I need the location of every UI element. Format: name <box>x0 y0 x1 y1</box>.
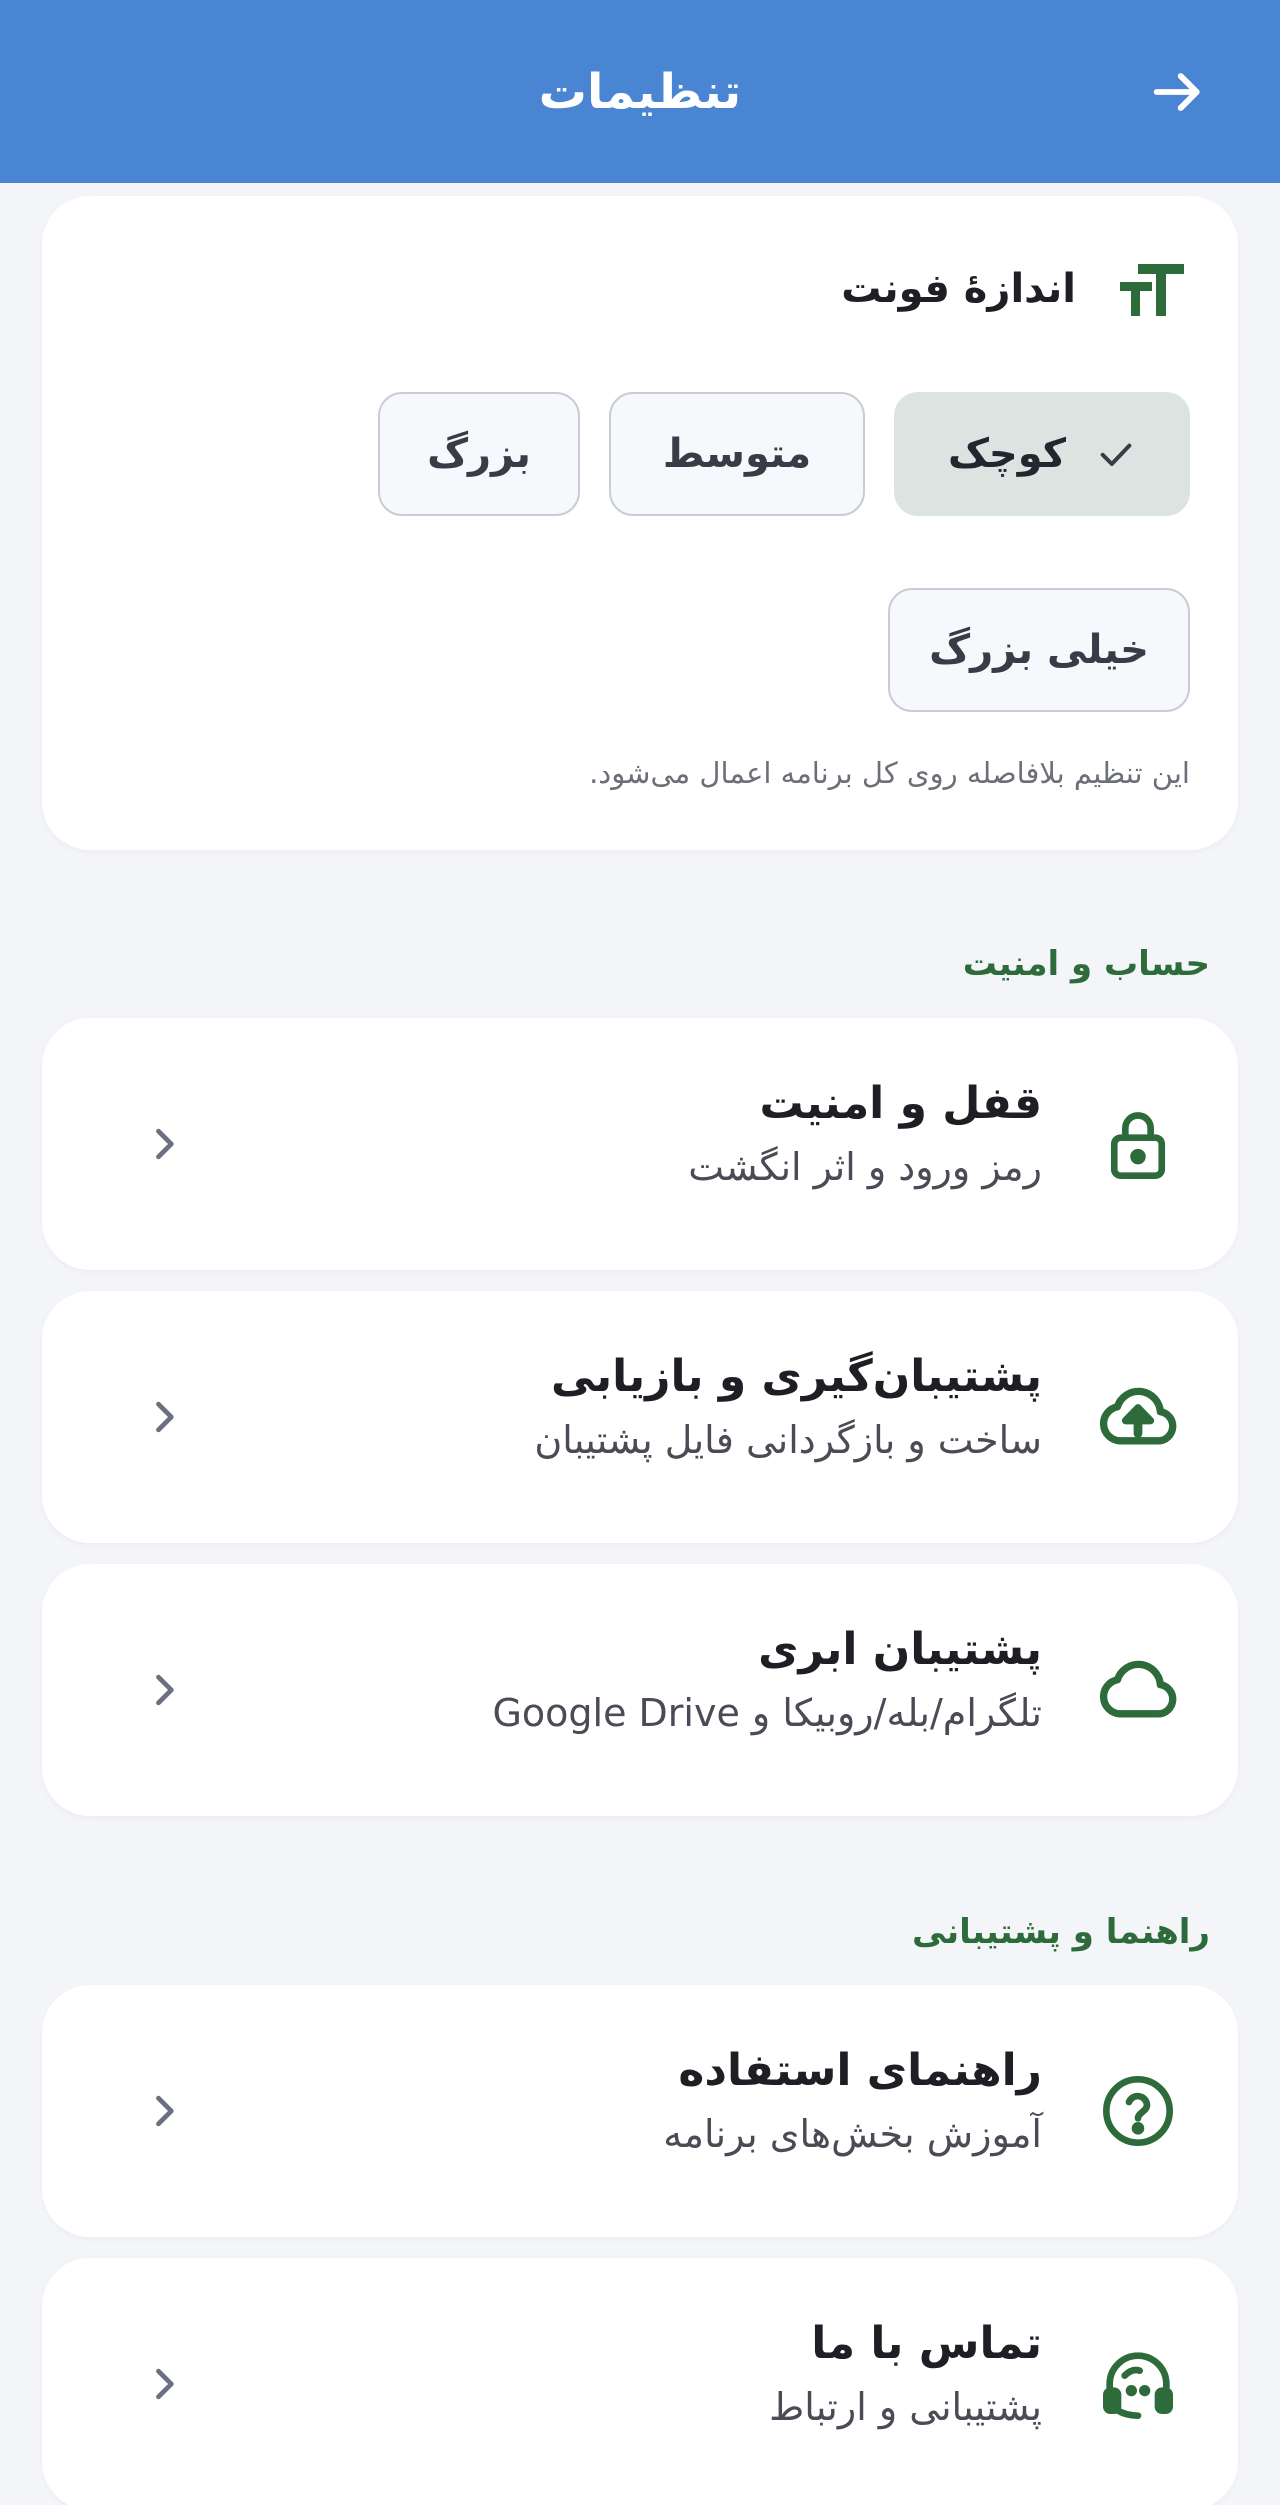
chevron-left-icon <box>138 1664 190 1716</box>
chevron-left-icon <box>138 2358 190 2410</box>
arrow-right-icon <box>1153 73 1200 111</box>
cloud-upload-icon <box>1088 1367 1188 1467</box>
settings-item-lock-security[interactable]: قفل و امنیت رمز ورود و اثر انگشت <box>42 1018 1238 1270</box>
font-option-small[interactable]: کوچک <box>894 392 1190 516</box>
item-title: قفل و امنیت <box>759 1078 1042 1129</box>
font-option-large[interactable]: بزرگ <box>378 392 580 516</box>
item-subtitle: ساخت و بازگردانی فایل پشتیبان <box>534 1418 1042 1462</box>
settings-screen: تنظیمات اندازهٔ فونت کوچک متوسط بزرگ خیل… <box>0 0 1280 2505</box>
settings-item-user-guide[interactable]: راهنمای استفاده آموزش بخش‌های برنامه <box>42 1985 1238 2237</box>
item-title: پشتیبان‌گیری و بازیابی <box>551 1351 1042 1402</box>
settings-item-cloud-backup[interactable]: پشتیبان ابری تلگرام/بله/روبیکا و Google … <box>42 1564 1238 1816</box>
back-button[interactable] <box>1136 50 1220 134</box>
item-title: راهنمای استفاده <box>678 2045 1042 2096</box>
page-title: تنظیمات <box>538 63 742 120</box>
cloud-icon <box>1088 1640 1188 1740</box>
section-header-help-support: راهنما و پشتیبانی <box>912 1912 1210 1952</box>
font-option-label: بزرگ <box>427 431 531 477</box>
font-option-label: کوچک <box>947 431 1067 477</box>
font-option-extra-large[interactable]: خیلی بزرگ <box>888 588 1190 712</box>
font-size-card: اندازهٔ فونت کوچک متوسط بزرگ خیلی بزرگ ا… <box>42 196 1238 850</box>
item-subtitle: تلگرام/بله/روبیکا و Google Drive <box>492 1691 1042 1735</box>
font-option-label: متوسط <box>662 431 812 477</box>
item-subtitle: پشتیبانی و ارتباط <box>769 2385 1042 2429</box>
settings-item-contact-us[interactable]: تماس با ما پشتیبانی و ارتباط <box>42 2258 1238 2505</box>
check-icon <box>1096 434 1136 474</box>
help-icon <box>1088 2061 1188 2161</box>
lock-icon <box>1088 1094 1188 1194</box>
chevron-left-icon <box>138 1391 190 1443</box>
section-header-account-security: حساب و امنیت <box>962 944 1210 984</box>
item-title: تماس با ما <box>811 2318 1042 2369</box>
item-subtitle: آموزش بخش‌های برنامه <box>663 2112 1042 2156</box>
text-size-icon <box>1118 254 1188 324</box>
headset-icon <box>1088 2334 1188 2434</box>
item-subtitle: رمز ورود و اثر انگشت <box>688 1145 1042 1189</box>
font-option-medium[interactable]: متوسط <box>609 392 865 516</box>
top-app-bar: تنظیمات <box>0 0 1280 183</box>
settings-item-backup-restore[interactable]: پشتیبان‌گیری و بازیابی ساخت و بازگردانی … <box>42 1291 1238 1543</box>
item-title: پشتیبان ابری <box>758 1624 1042 1675</box>
font-size-title: اندازهٔ فونت <box>841 266 1076 312</box>
font-size-header: اندازهٔ فونت <box>841 254 1188 324</box>
chevron-left-icon <box>138 2085 190 2137</box>
font-option-label: خیلی بزرگ <box>929 627 1149 673</box>
font-size-note: این تنظیم بلافاصله روی کل برنامه اعمال م… <box>589 756 1190 790</box>
chevron-left-icon <box>138 1118 190 1170</box>
